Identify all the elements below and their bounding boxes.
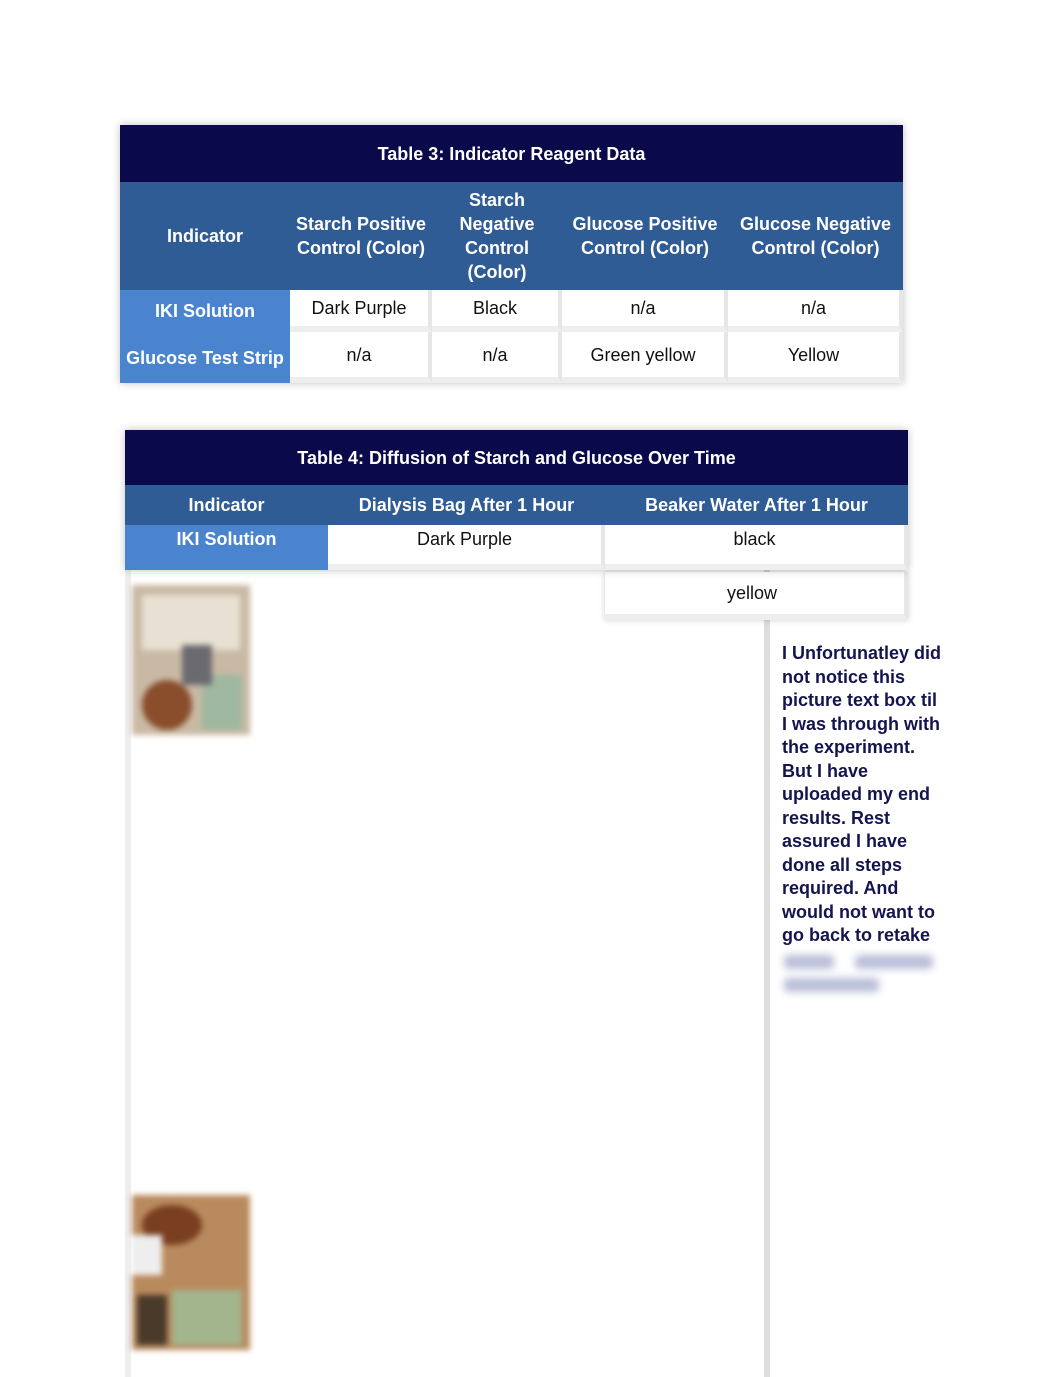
table-4: Table 4: Diffusion of Starch and Glucose… [125, 430, 908, 570]
note-text: I Unfortunatley did not notice this pict… [782, 643, 941, 945]
table-3: Table 3: Indicator Reagent Data Indicato… [120, 125, 903, 383]
row-header: IKI Solution [120, 290, 290, 332]
experiment-photo [132, 1195, 250, 1350]
blurred-text [784, 978, 879, 992]
blurred-text [855, 955, 933, 969]
table-cell: n/a [432, 332, 562, 383]
row-header: IKI Solution [125, 525, 328, 570]
table-3-title: Table 3: Indicator Reagent Data [120, 125, 903, 182]
table-cell: Dark Purple [328, 525, 605, 570]
table-cell: black [605, 525, 908, 570]
table-cell: Green yellow [562, 332, 728, 383]
column-header: Dialysis Bag After 1 Hour [328, 485, 605, 525]
column-header: Glucose Positive Control (Color) [562, 182, 728, 290]
column-header: Starch Positive Control (Color) [290, 182, 432, 290]
column-header: Beaker Water After 1 Hour [605, 485, 908, 525]
table-cell: Dark Purple [290, 290, 432, 332]
blurred-text [784, 955, 834, 969]
table-cell: n/a [290, 332, 432, 383]
document-page: Table 3: Indicator Reagent Data Indicato… [0, 0, 1062, 1377]
table-4-title: Table 4: Diffusion of Starch and Glucose… [125, 430, 908, 485]
table-cell: Yellow [728, 332, 903, 383]
row-header: Glucose Test Strip [120, 332, 290, 383]
column-header: Indicator [125, 485, 328, 525]
table-cell: Black [432, 290, 562, 332]
experiment-photo [132, 585, 250, 735]
table-cell: yellow [605, 572, 908, 620]
table-cell: n/a [562, 290, 728, 332]
column-header: Indicator [120, 182, 290, 290]
column-header: Starch Negative Control (Color) [432, 182, 562, 290]
extra-row: yellow [605, 572, 908, 620]
table-cell: n/a [728, 290, 903, 332]
column-header: Glucose Negative Control (Color) [728, 182, 903, 290]
